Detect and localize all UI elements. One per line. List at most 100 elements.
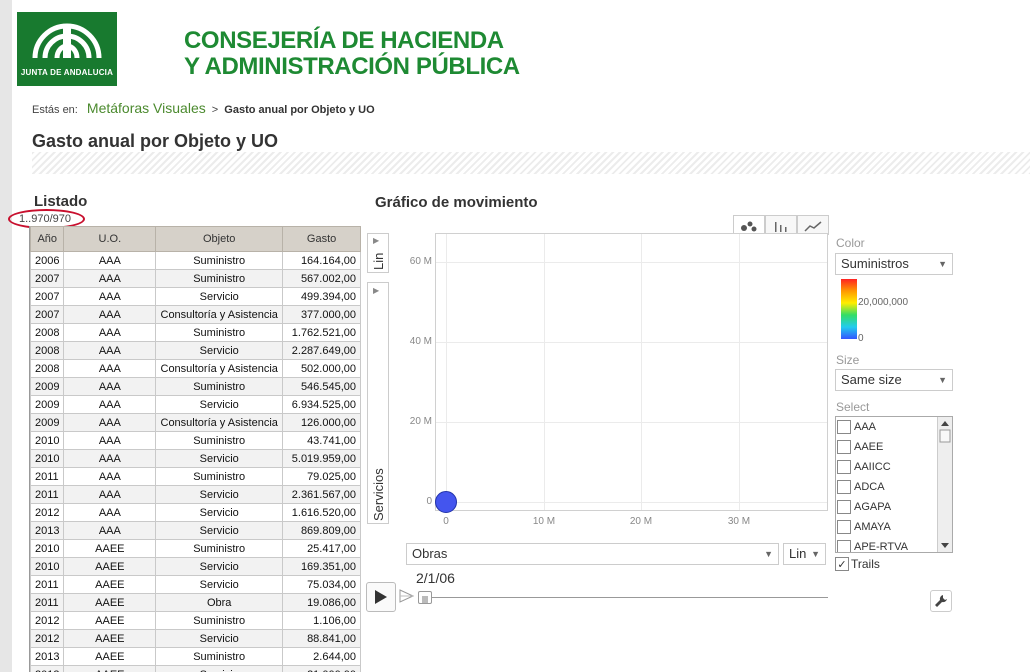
y-gridline <box>436 262 827 263</box>
table-row[interactable]: 2008 AAA Servicio 2.287.649,00 <box>30 341 361 360</box>
trails-toggle[interactable]: ✓ Trails <box>835 557 880 571</box>
table-row[interactable]: 2008 AAA Suministro 1.762.521,00 <box>30 323 361 342</box>
timeline-handle[interactable] <box>418 591 432 604</box>
cell-year: 2008 <box>30 323 65 342</box>
cell-uo: AAA <box>63 449 157 468</box>
select-item-checkbox[interactable] <box>837 520 851 534</box>
play-icon <box>375 590 387 604</box>
table-row[interactable]: 2013 AAEE Suministro 2.644,00 <box>30 647 361 666</box>
cell-year: 2010 <box>30 539 65 558</box>
x-scale-dropdown[interactable]: Lin ▼ <box>783 543 826 565</box>
select-list-item[interactable]: ADCA <box>836 477 952 497</box>
cell-year: 2011 <box>30 593 65 612</box>
listado-title: Listado <box>34 193 88 210</box>
select-item-checkbox[interactable] <box>837 480 851 494</box>
chart-bubble[interactable] <box>435 491 457 513</box>
cell-objeto: Consultoría y Asistencia <box>155 413 284 432</box>
table-row[interactable]: 2007 AAA Suministro 567.002,00 <box>30 269 361 288</box>
table-row[interactable]: 2013AAEEServicio21.000,00 <box>30 665 361 672</box>
table-row[interactable]: 2011 AAEE Obra 19.086,00 <box>30 593 361 612</box>
select-scrollbar[interactable] <box>937 417 952 552</box>
select-item-checkbox[interactable] <box>837 420 851 434</box>
column-header-gasto[interactable]: Gasto <box>282 226 361 252</box>
tab-bubble-chart[interactable] <box>733 215 765 235</box>
listado-table: Año U.O. Objeto Gasto 2006 AAA Suministro 1… <box>30 226 361 672</box>
select-item-checkbox[interactable] <box>837 460 851 474</box>
color-legend-min: 0 <box>858 333 864 344</box>
x-tick-label: 30 M <box>727 516 751 527</box>
cell-objeto: Servicio <box>155 449 284 468</box>
color-legend-max: 20,000,000 <box>858 297 909 308</box>
color-variable-dropdown[interactable]: Suministros ▼ <box>835 253 953 275</box>
select-list-item[interactable]: AAA <box>836 417 952 437</box>
cell-objeto: Consultoría y Asistencia <box>155 305 284 324</box>
cell-gasto: 502.000,00 <box>282 359 361 378</box>
table-header-row: Año U.O. Objeto Gasto <box>30 226 361 252</box>
table-row[interactable]: 2011 AAEE Servicio 75.034,00 <box>30 575 361 594</box>
y-tick-label: 0 <box>426 496 432 507</box>
select-list-item[interactable]: AGAPA <box>836 497 952 517</box>
color-legend-gradient <box>841 279 857 339</box>
cell-gasto: 377.000,00 <box>282 305 361 324</box>
cell-gasto: 2.287.649,00 <box>282 341 361 360</box>
select-item-checkbox[interactable] <box>837 540 851 552</box>
tab-bar-chart[interactable] <box>765 215 797 235</box>
entity-select-list[interactable]: AAA AAEE AAIICC ADCA AGAPA AMAYA APE-RTVA <box>835 416 953 553</box>
table-row[interactable]: 2007 AAA Servicio 499.394,00 <box>30 287 361 306</box>
select-item-label: AAIICC <box>854 461 891 473</box>
select-item-checkbox[interactable] <box>837 440 851 454</box>
select-list-item[interactable]: AMAYA <box>836 517 952 537</box>
trails-checkbox[interactable]: ✓ <box>835 557 849 571</box>
select-list-item[interactable]: AAEE <box>836 437 952 457</box>
column-header-year[interactable]: Año <box>30 226 65 252</box>
table-row[interactable]: 2012 AAEE Servicio 88.841,00 <box>30 629 361 648</box>
table-row[interactable]: 2012 AAEE Suministro 1.106,00 <box>30 611 361 630</box>
table-row[interactable]: 2010 AAEE Suministro 25.417,00 <box>30 539 361 558</box>
select-item-checkbox[interactable] <box>837 500 851 514</box>
chevron-down-icon: ▼ <box>764 549 773 559</box>
cell-uo: AAEE <box>63 665 157 672</box>
x-axis-variable-dropdown[interactable]: Obras ▼ <box>406 543 779 565</box>
cell-objeto: Servicio <box>155 575 284 594</box>
table-row[interactable]: 2010 AAEE Servicio 169.351,00 <box>30 557 361 576</box>
play-button[interactable] <box>366 582 396 612</box>
table-row[interactable]: 2012 AAA Servicio 1.616.520,00 <box>30 503 361 522</box>
table-row[interactable]: 2009 AAA Consultoría y Asistencia 126.000,0… <box>30 413 361 432</box>
motion-chart-plot[interactable] <box>435 233 828 511</box>
cell-uo: AAA <box>63 395 157 414</box>
cell-year: 2012 <box>30 503 65 522</box>
speed-control-icon[interactable] <box>399 586 415 606</box>
tab-line-chart[interactable] <box>797 215 829 235</box>
select-list-item[interactable]: APE-RTVA <box>836 537 952 552</box>
junta-logo[interactable]: JUNTA DE ANDALUCIA <box>17 12 117 86</box>
cell-gasto: 1.616.520,00 <box>282 503 361 522</box>
cell-year: 2007 <box>30 269 65 288</box>
cell-uo: AAEE <box>63 611 157 630</box>
timeline-track[interactable] <box>418 597 828 598</box>
scrollbar-arrows-icon <box>939 421 951 548</box>
table-row[interactable]: 2008 AAA Consultoría y Asistencia 502.000,0… <box>30 359 361 378</box>
table-row[interactable]: 2006 AAA Suministro 164.164,00 <box>30 251 361 270</box>
settings-wrench-button[interactable] <box>930 590 952 612</box>
table-row[interactable]: 2011 AAA Servicio 2.361.567,00 <box>30 485 361 504</box>
cell-gasto: 2.644,00 <box>282 647 361 666</box>
table-row[interactable]: 2009 AAA Servicio 6.934.525,00 <box>30 395 361 414</box>
cell-year: 2007 <box>30 305 65 324</box>
table-row[interactable]: 2007 AAA Consultoría y Asistencia 377.000,0… <box>30 305 361 324</box>
table-row[interactable]: 2013 AAA Servicio 869.809,00 <box>30 521 361 540</box>
size-variable-dropdown[interactable]: Same size ▼ <box>835 369 953 391</box>
select-list-item[interactable]: AAIICC <box>836 457 952 477</box>
breadcrumb-separator: > <box>211 104 219 116</box>
cell-gasto: 869.809,00 <box>282 521 361 540</box>
cell-gasto: 546.545,00 <box>282 377 361 396</box>
table-row[interactable]: 2010 AAA Servicio 5.019.959,00 <box>30 449 361 468</box>
listado-table-container[interactable]: Año U.O. Objeto Gasto 2006 AAA Suministro 1… <box>29 226 361 672</box>
table-row[interactable]: 2011 AAA Suministro 79.025,00 <box>30 467 361 486</box>
column-header-objeto[interactable]: Objeto <box>155 226 284 252</box>
table-row[interactable]: 2009 AAA Suministro 546.545,00 <box>30 377 361 396</box>
cell-objeto: Suministro <box>155 377 284 396</box>
column-header-uo[interactable]: U.O. <box>63 226 157 252</box>
y-axis-variable-selector[interactable]: Servicios <box>367 282 389 524</box>
breadcrumb-link-metaforas[interactable]: Metáforas Visuales <box>87 100 206 116</box>
table-row[interactable]: 2010 AAA Suministro 43.741,00 <box>30 431 361 450</box>
